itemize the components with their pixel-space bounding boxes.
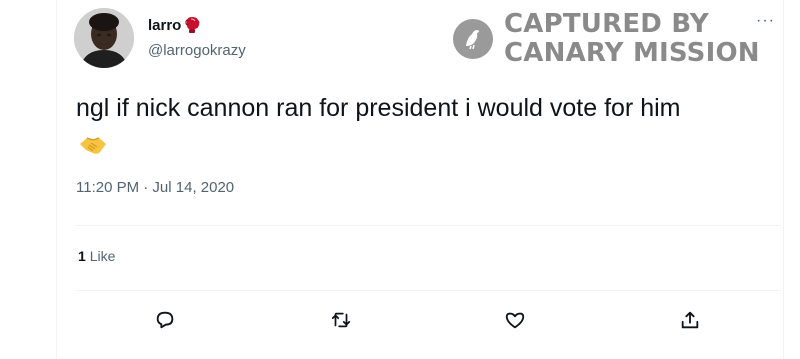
tweet-text: ngl if nick cannon ran for president i w…: [76, 94, 681, 122]
display-name[interactable]: larro: [148, 16, 202, 34]
more-options-icon[interactable]: ···: [756, 12, 775, 30]
watermark-line-1: CAPTURED BY: [504, 9, 709, 39]
likes-label: Like: [89, 248, 116, 264]
tweet-card: larro @larrogokrazy CAPTURED BY CANARY M…: [0, 0, 800, 359]
likes-count: 1: [78, 248, 86, 264]
like-button[interactable]: [500, 305, 530, 335]
avatar-photo-icon: [74, 8, 134, 68]
watermark-line-2: CANARY MISSION: [504, 38, 760, 68]
share-button[interactable]: [675, 305, 705, 335]
watermark: CAPTURED BY CANARY MISSION: [452, 10, 760, 68]
display-name-text: larro: [148, 16, 182, 34]
reply-icon: [156, 311, 174, 329]
retweet-button[interactable]: [326, 305, 356, 335]
share-icon: [681, 311, 699, 329]
boxing-glove-icon: [185, 17, 200, 33]
divider-top: [76, 225, 780, 226]
heart-icon: [505, 312, 525, 329]
timestamp[interactable]: 11:20 PM · Jul 14, 2020: [76, 179, 234, 196]
handle[interactable]: @larrogokrazy: [148, 42, 246, 59]
likes-summary[interactable]: 1 Like: [78, 248, 115, 264]
left-border: [56, 0, 57, 359]
canary-bird-icon: [453, 19, 493, 59]
handshake-icon: [80, 137, 106, 154]
retweet-icon: [331, 312, 351, 328]
reply-button[interactable]: [150, 305, 180, 335]
avatar[interactable]: [74, 8, 134, 68]
divider-bottom: [76, 290, 780, 291]
right-border: [783, 0, 784, 359]
